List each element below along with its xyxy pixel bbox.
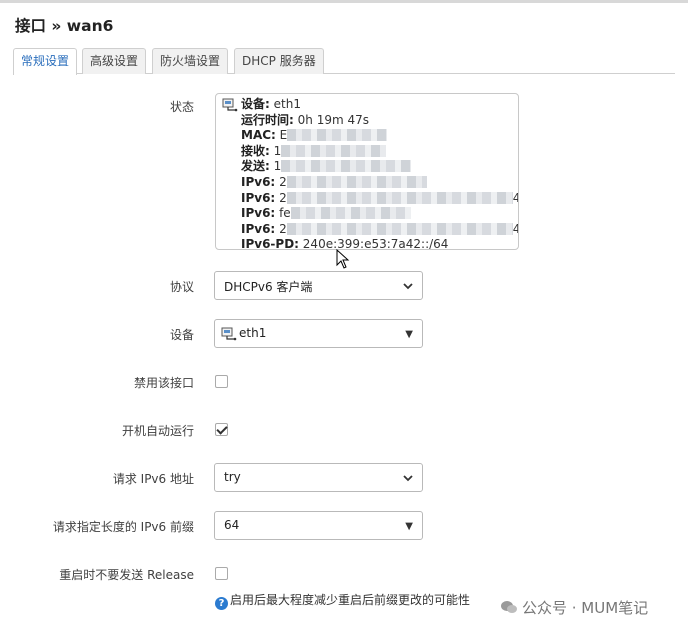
- redacted-value: [290, 207, 411, 220]
- status-value: 0h 19m 47s: [297, 112, 369, 127]
- ethernet-port-icon: [222, 98, 238, 112]
- status-value: 1: [273, 143, 282, 158]
- status-label: 状态: [169, 100, 194, 114]
- wechat-icon: [501, 601, 517, 613]
- redacted-value: [281, 160, 412, 173]
- status-row-rx: 接收: 1: [241, 143, 518, 160]
- caret-down-icon: ▼: [405, 329, 413, 340]
- caret-down-icon: ▼: [405, 521, 413, 532]
- status-value: E: [279, 128, 288, 143]
- disable-interface-checkbox[interactable]: [215, 375, 228, 388]
- tab-general-settings[interactable]: 常规设置: [13, 48, 78, 75]
- status-row-ipv6: IPv6: fe: [241, 206, 518, 222]
- status-key: IPv6:: [241, 190, 276, 205]
- disable-interface-label: 禁用该接口: [133, 376, 194, 390]
- general-settings-panel: 状态 设备: eth1 运行时间: 0h 19m 47s MAC: E 接收: …: [0, 75, 688, 636]
- help-icon: ?: [215, 597, 228, 610]
- device-label: 设备: [169, 328, 194, 342]
- chevron-down-icon: [403, 283, 413, 290]
- status-key: MAC:: [241, 128, 276, 143]
- redacted-value: [286, 175, 427, 188]
- no-release-help-text: 启用后最大程度减少重启后前缀更改的可能性: [230, 593, 471, 607]
- protocol-label: 协议: [169, 280, 194, 294]
- status-value: eth1: [273, 97, 301, 111]
- status-value: 2: [279, 174, 287, 189]
- status-key: 发送:: [241, 159, 270, 174]
- redacted-value: [281, 144, 387, 157]
- chevron-down-icon: [403, 475, 413, 482]
- status-key: IPv6:: [241, 221, 276, 236]
- status-value: 2: [279, 221, 287, 236]
- no-release-checkbox[interactable]: [215, 567, 228, 580]
- status-value-tail: 4: [513, 222, 518, 236]
- request-ipv6-address-value: try: [224, 470, 241, 484]
- status-key: 接收:: [241, 143, 270, 158]
- tab-dhcp-server[interactable]: DHCP 服务器: [234, 48, 324, 74]
- status-value-tail: 4: [513, 191, 518, 205]
- request-prefix-length-select[interactable]: 64 ▼: [214, 511, 423, 540]
- status-row-device: 设备: eth1: [241, 97, 518, 113]
- watermark: 公众号 · MUM笔记: [500, 597, 648, 618]
- status-value: 240e:399:e53:7a42::/64: [302, 237, 449, 250]
- status-key: IPv6:: [241, 206, 276, 221]
- request-prefix-length-value: 64: [224, 518, 240, 532]
- tab-firewall-settings[interactable]: 防火墙设置: [152, 48, 229, 74]
- status-row-uptime: 运行时间: 0h 19m 47s: [241, 112, 518, 129]
- no-release-label: 重启时不要发送 Release: [59, 568, 194, 582]
- request-prefix-length-label: 请求指定长度的 IPv6 前缀: [52, 520, 194, 534]
- status-box: 设备: eth1 运行时间: 0h 19m 47s MAC: E 接收: 1 发…: [215, 93, 519, 250]
- status-row-tx: 发送: 1: [241, 159, 518, 175]
- redacted-value: [287, 129, 388, 142]
- no-release-help: ? 启用后最大程度减少重启后前缀更改的可能性: [215, 591, 470, 610]
- status-key: 运行时间:: [241, 112, 294, 127]
- auto-start-label: 开机自动运行: [121, 424, 194, 438]
- status-key: 设备:: [241, 97, 270, 111]
- device-value: eth1: [239, 326, 267, 340]
- status-key: IPv6:: [241, 174, 276, 189]
- status-value: 2: [279, 190, 287, 205]
- tab-bar: 常规设置 高级设置 防火墙设置 DHCP 服务器: [13, 48, 675, 75]
- page-title: 接口 » wan6: [15, 17, 114, 35]
- status-row-ipv6: IPv6: 2: [241, 174, 518, 191]
- redacted-value: [286, 191, 513, 204]
- protocol-value: DHCPv6 客户端: [224, 280, 313, 294]
- status-row-ipv6: IPv6: 2 4: [241, 221, 518, 238]
- auto-start-checkbox[interactable]: [215, 423, 228, 436]
- ethernet-port-icon: [221, 327, 237, 341]
- status-key: IPv6-PD:: [241, 237, 299, 250]
- status-value: 1: [273, 159, 282, 174]
- status-row-mac: MAC: E: [241, 128, 518, 144]
- status-row-ipv6: IPv6: 2 4: [241, 190, 518, 207]
- tab-advanced-settings[interactable]: 高级设置: [82, 48, 147, 74]
- request-ipv6-address-label: 请求 IPv6 地址: [112, 472, 194, 486]
- request-ipv6-address-select[interactable]: try: [214, 463, 423, 492]
- redacted-value: [286, 222, 513, 235]
- status-value: fe: [279, 206, 291, 221]
- status-row-ipv6-pd: IPv6-PD: 240e:399:e53:7a42::/64: [241, 237, 518, 250]
- mouse-cursor-icon: [336, 249, 350, 269]
- device-select[interactable]: eth1 ▼: [214, 319, 423, 348]
- window-top-border: [0, 0, 688, 3]
- protocol-select[interactable]: DHCPv6 客户端: [214, 271, 423, 300]
- watermark-text: 公众号 · MUM笔记: [522, 599, 649, 617]
